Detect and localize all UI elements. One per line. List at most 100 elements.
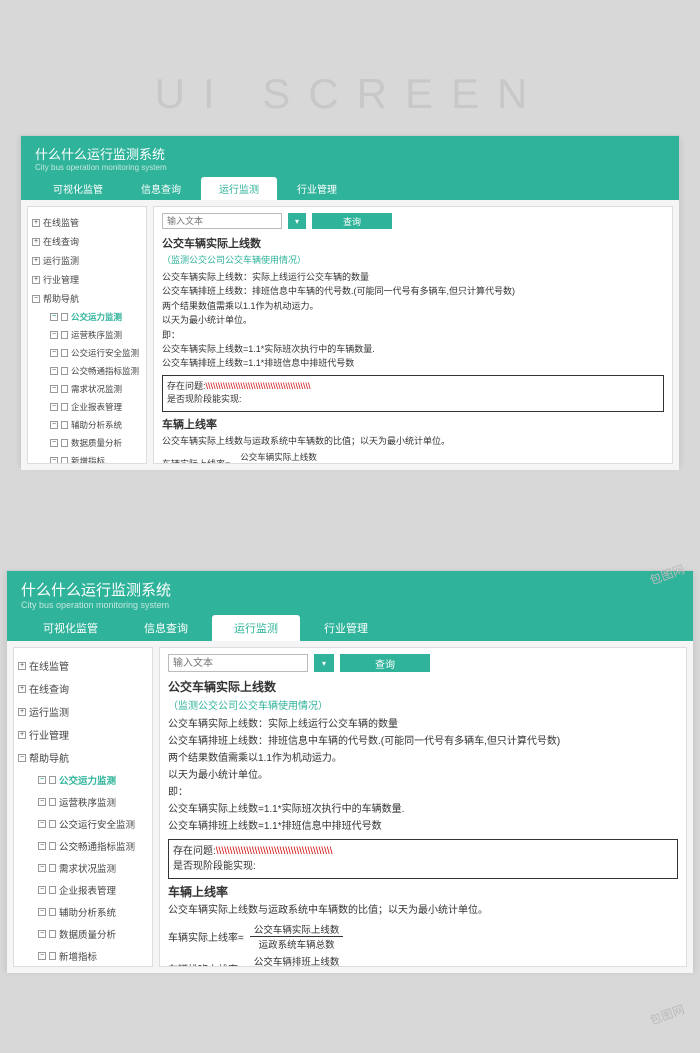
sidebar-label: 公交运行安全监测 bbox=[71, 347, 139, 359]
section2-title: 车辆上线率 bbox=[168, 883, 678, 900]
section2-desc: 公交车辆实际上线数与运政系统中车辆数的比值；以天为最小统计单位。 bbox=[168, 902, 678, 919]
content-line: 两个结果数值需乘以1.1作为机动运力。 bbox=[162, 299, 664, 313]
content-line: 即： bbox=[162, 328, 664, 342]
query-button[interactable]: 查询 bbox=[340, 654, 430, 672]
sidebar: +在线监管 +在线查询 +运行监测 +行业管理 −帮助导航 −公交运力监测 −运… bbox=[27, 206, 147, 464]
sidebar-item-industry[interactable]: +行业管理 bbox=[18, 723, 148, 746]
collapse-icon: − bbox=[38, 886, 46, 894]
main-area: ▾ 查询 公交车辆实际上线数 （监测公交公司公交车辆使用情况） 公交车辆实际上线… bbox=[159, 647, 687, 967]
issue-slashes: \\\\\\\\\\\\\\\\\\\\\\\\\\\\\\\\\\\\\\\\… bbox=[216, 846, 333, 857]
numerator: 公交车辆实际上线数 bbox=[250, 922, 344, 937]
doc-icon bbox=[61, 367, 68, 375]
sidebar-sub-report[interactable]: −企业报表管理 bbox=[18, 879, 148, 901]
sidebar-item-monitor[interactable]: +运行监测 bbox=[18, 700, 148, 723]
tab-monitor[interactable]: 运行监测 bbox=[201, 177, 277, 200]
sidebar-item-online-query[interactable]: +在线查询 bbox=[32, 232, 142, 251]
sidebar-label: 数据质量分析 bbox=[59, 927, 116, 941]
screenshot-small: 什么什么运行监测系统 City bus operation monitoring… bbox=[20, 135, 680, 465]
fraction: 公交车辆实际上线数运政系统车辆总数 bbox=[236, 451, 321, 464]
sidebar-item-online-query[interactable]: +在线查询 bbox=[18, 677, 148, 700]
collapse-icon: − bbox=[38, 952, 46, 960]
sidebar-sub-order[interactable]: −运营秩序监测 bbox=[18, 791, 148, 813]
doc-icon bbox=[61, 349, 68, 357]
tab-industry[interactable]: 行业管理 bbox=[302, 615, 390, 641]
collapse-icon: − bbox=[50, 421, 58, 429]
content-line: 公交车辆实际上线数=1.1*实际班次执行中的车辆数量. bbox=[168, 801, 678, 818]
sidebar-sub-report[interactable]: − 企业报表管理 bbox=[32, 398, 142, 416]
collapse-icon: − bbox=[50, 403, 58, 411]
fraction: 公交车辆排班上线数运政系统车辆总数 bbox=[250, 954, 344, 967]
sidebar-item-industry[interactable]: +行业管理 bbox=[32, 270, 142, 289]
sidebar-label: 运营秩序监测 bbox=[71, 329, 122, 341]
tab-visual[interactable]: 可视化监管 bbox=[35, 177, 121, 200]
tabs: 可视化监管 信息查询 运行监测 行业管理 bbox=[35, 177, 665, 200]
sidebar-sub-aux[interactable]: −辅助分析系统 bbox=[32, 416, 142, 434]
sidebar-item-help[interactable]: −帮助导航 bbox=[18, 746, 148, 769]
collapse-icon: − bbox=[18, 754, 26, 762]
sidebar-label: 新增指标 bbox=[59, 949, 97, 963]
main-area: ▾ 查询 公交车辆实际上线数 （监测公交公司公交车辆使用情况） 公交车辆实际上线… bbox=[153, 206, 673, 464]
sidebar-sub-flow[interactable]: −公交畅通指标监测 bbox=[18, 835, 148, 857]
search-input[interactable] bbox=[162, 213, 282, 229]
sidebar-sub-demand[interactable]: −需求状况监测 bbox=[18, 857, 148, 879]
search-input[interactable] bbox=[168, 654, 308, 672]
screenshot-large: 什么什么运行监测系统 City bus operation monitoring… bbox=[6, 570, 694, 970]
content-line: 即： bbox=[168, 784, 678, 801]
content-line: 两个结果数值需乘以1.1作为机动运力。 bbox=[168, 750, 678, 767]
sidebar-item-help[interactable]: −帮助导航 bbox=[32, 289, 142, 308]
tab-info[interactable]: 信息查询 bbox=[123, 177, 199, 200]
dropdown-button[interactable]: ▾ bbox=[288, 213, 306, 229]
sidebar-sub-quality[interactable]: −数据质量分析 bbox=[18, 923, 148, 945]
content-line: 公交车辆实际上线数：实际上线运行公交车辆的数量 bbox=[168, 716, 678, 733]
sidebar-sub-capacity[interactable]: −公交运力监测 bbox=[32, 308, 142, 326]
search-row: ▾ 查询 bbox=[162, 213, 664, 229]
issue-slashes: \\\\\\\\\\\\\\\\\\\\\\\\\\\\\\\\\\\\\\\\… bbox=[206, 381, 311, 391]
sidebar-label: 企业报表管理 bbox=[71, 401, 122, 413]
content-line: 公交车辆排班上线数：排班信息中车辆的代号数.(可能同一代号有多辆车,但只计算代号… bbox=[168, 733, 678, 750]
formula-2: 车辆排班上线率= 公交车辆排班上线数运政系统车辆总数 bbox=[168, 954, 678, 967]
dropdown-button[interactable]: ▾ bbox=[314, 654, 334, 672]
doc-icon bbox=[49, 776, 56, 784]
issue-line2: 是否现阶段能实现: bbox=[173, 859, 673, 874]
sidebar-sub-aux[interactable]: −辅助分析系统 bbox=[18, 901, 148, 923]
sidebar-item-monitor[interactable]: +运行监测 bbox=[32, 251, 142, 270]
expand-icon: + bbox=[18, 708, 26, 716]
sidebar-label: 需求状况监测 bbox=[71, 383, 122, 395]
numerator: 公交车辆排班上线数 bbox=[250, 954, 344, 967]
app-body: +在线监管 +在线查询 +运行监测 +行业管理 −帮助导航 −公交运力监测 −运… bbox=[7, 641, 693, 973]
tab-industry[interactable]: 行业管理 bbox=[279, 177, 355, 200]
sidebar-sub-new[interactable]: −新增指标 bbox=[32, 452, 142, 464]
sidebar-sub-safety[interactable]: −公交运行安全监测 bbox=[18, 813, 148, 835]
query-button[interactable]: 查询 bbox=[312, 213, 392, 229]
issue-label: 存在问题: bbox=[167, 381, 206, 391]
doc-icon bbox=[49, 908, 56, 916]
tabs: 可视化监管 信息查询 运行监测 行业管理 bbox=[21, 615, 679, 641]
sidebar-item-online-supervise[interactable]: +在线监管 bbox=[18, 654, 148, 677]
expand-icon: + bbox=[32, 257, 40, 265]
sidebar-sub-order[interactable]: −运营秩序监测 bbox=[32, 326, 142, 344]
expand-icon: + bbox=[18, 685, 26, 693]
sidebar-sub-demand[interactable]: − 需求状况监测 bbox=[32, 380, 142, 398]
sidebar-sub-flow[interactable]: −公交畅通指标监测 bbox=[32, 362, 142, 380]
content-line: 以天为最小统计单位。 bbox=[162, 313, 664, 327]
collapse-icon: − bbox=[50, 349, 58, 357]
sidebar-label: 在线监管 bbox=[43, 216, 79, 229]
formula-1: 车辆实际上线率= 公交车辆实际上线数运政系统车辆总数 bbox=[162, 451, 664, 464]
sidebar-sub-quality[interactable]: −数据质量分析 bbox=[32, 434, 142, 452]
sidebar-sub-new[interactable]: − 新增指标 bbox=[18, 945, 148, 967]
expand-icon: + bbox=[18, 731, 26, 739]
sidebar-sub-safety[interactable]: − 公交运行安全监测 bbox=[32, 344, 142, 362]
sidebar-sub-capacity[interactable]: −公交运力监测 bbox=[18, 769, 148, 791]
sidebar-item-online-supervise[interactable]: +在线监管 bbox=[32, 213, 142, 232]
collapse-icon: − bbox=[50, 313, 58, 321]
doc-icon bbox=[49, 886, 56, 894]
tab-visual[interactable]: 可视化监管 bbox=[21, 615, 120, 641]
tab-monitor[interactable]: 运行监测 bbox=[212, 615, 300, 641]
issue-box: 存在问题:\\\\\\\\\\\\\\\\\\\\\\\\\\\\\\\\\\\… bbox=[162, 375, 664, 412]
watermark: 包图网 bbox=[647, 1000, 687, 1028]
content-line: 公交车辆排班上线数=1.1*排班信息中排班代号数 bbox=[162, 356, 664, 370]
collapse-icon: − bbox=[50, 385, 58, 393]
tab-info[interactable]: 信息查询 bbox=[122, 615, 210, 641]
collapse-icon: − bbox=[38, 820, 46, 828]
collapse-icon: − bbox=[38, 864, 46, 872]
